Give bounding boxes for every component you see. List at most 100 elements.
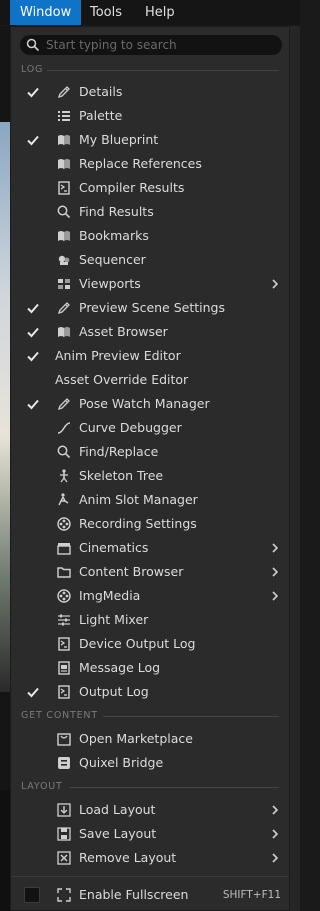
section-label: GET CONTENT bbox=[21, 710, 98, 721]
menu-item-load-layout[interactable]: Load Layout bbox=[11, 798, 289, 822]
message-log-icon bbox=[58, 661, 70, 675]
search-icon bbox=[57, 445, 71, 459]
menu-item-asset-browser[interactable]: Asset Browser bbox=[11, 320, 289, 344]
menu-item-open-marketplace[interactable]: Open Marketplace bbox=[11, 727, 289, 751]
fullscreen-checkbox[interactable] bbox=[24, 887, 40, 903]
shortcut-hint: SHIFT+F11 bbox=[222, 889, 281, 901]
section-header-layout: LAYOUT bbox=[11, 780, 289, 794]
menu-item-label: Recording Settings bbox=[79, 516, 197, 531]
remove-layout-icon bbox=[57, 851, 71, 865]
menu-item-label: Load Layout bbox=[79, 802, 156, 817]
film-reel-icon bbox=[57, 589, 71, 603]
menu-item-label: Curve Debugger bbox=[79, 420, 182, 435]
menu-item-anim-preview-editor[interactable]: Anim Preview Editor bbox=[11, 344, 289, 368]
menu-item-label: ImgMedia bbox=[79, 588, 141, 603]
menu-item-compiler-results[interactable]: Compiler Results bbox=[11, 176, 289, 200]
menu-item-curve-debugger[interactable]: Curve Debugger bbox=[11, 416, 289, 440]
menu-item-device-output-log[interactable]: Device Output Log bbox=[11, 632, 289, 656]
menu-help[interactable]: Help bbox=[135, 0, 185, 25]
menu-window[interactable]: Window bbox=[10, 0, 82, 25]
menu-item-label: Skeleton Tree bbox=[79, 468, 164, 483]
menu-item-my-blueprint[interactable]: My Blueprint bbox=[11, 128, 289, 152]
menu-item-label: Device Output Log bbox=[79, 636, 196, 651]
menu-item-label: Asset Browser bbox=[79, 324, 168, 339]
bridge-icon bbox=[58, 757, 70, 769]
menu-item-bookmarks[interactable]: Bookmarks bbox=[11, 224, 289, 248]
checkmark-icon bbox=[27, 351, 39, 362]
menu-item-message-log[interactable]: Message Log bbox=[11, 656, 289, 680]
menu-item-sequencer[interactable]: Sequencer bbox=[11, 248, 289, 272]
checkmark-icon bbox=[27, 399, 39, 410]
menu-item-cinematics[interactable]: Cinematics bbox=[11, 536, 289, 560]
section-divider bbox=[69, 787, 279, 788]
light-icon bbox=[58, 614, 70, 626]
chevron-right-icon bbox=[272, 279, 279, 289]
menu-item-viewports[interactable]: Viewports bbox=[11, 272, 289, 296]
sequencer-icon bbox=[58, 255, 70, 265]
menu-item-label: Output Log bbox=[79, 684, 149, 699]
menu-item-pose-watch-manager[interactable]: Pose Watch Manager bbox=[11, 392, 289, 416]
menu-item-palette[interactable]: Palette bbox=[11, 104, 289, 128]
section-label: LAYOUT bbox=[21, 781, 63, 792]
menu-item-content-browser[interactable]: Content Browser bbox=[11, 560, 289, 584]
section-divider bbox=[103, 716, 279, 717]
menu-item-label: Find/Replace bbox=[79, 444, 159, 459]
fullscreen-icon bbox=[57, 888, 71, 902]
pencil-icon bbox=[57, 86, 70, 99]
menu-item-preview-scene-settings[interactable]: Preview Scene Settings bbox=[11, 296, 289, 320]
checkmark-icon bbox=[27, 327, 39, 338]
book-icon bbox=[58, 159, 70, 169]
menu-separator bbox=[11, 876, 289, 877]
menu-item-remove-layout[interactable]: Remove Layout bbox=[11, 846, 289, 870]
book-icon bbox=[58, 135, 70, 145]
menu-item-label: Remove Layout bbox=[79, 850, 177, 865]
menu-item-light-mixer[interactable]: Light Mixer bbox=[11, 608, 289, 632]
menu-item-label: Pose Watch Manager bbox=[79, 396, 210, 411]
chevron-right-icon bbox=[272, 543, 279, 553]
menu-item-label: Viewports bbox=[79, 276, 141, 291]
book-icon bbox=[58, 231, 70, 241]
menu-item-save-layout[interactable]: Save Layout bbox=[11, 822, 289, 846]
menu-bar: Window Tools Help bbox=[0, 0, 300, 25]
menu-item-imgmedia[interactable]: ImgMedia bbox=[11, 584, 289, 608]
menu-item-anim-slot-manager[interactable]: Anim Slot Manager bbox=[11, 488, 289, 512]
menu-item-label: Content Browser bbox=[79, 564, 184, 579]
chevron-right-icon bbox=[272, 853, 279, 863]
menu-item-enable-fullscreen[interactable]: Enable Fullscreen SHIFT+F11 bbox=[11, 883, 289, 907]
slot-icon bbox=[58, 493, 69, 506]
menu-item-quixel-bridge[interactable]: Quixel Bridge bbox=[11, 751, 289, 775]
menu-item-find-results[interactable]: Find Results bbox=[11, 200, 289, 224]
menu-item-replace-references[interactable]: Replace References bbox=[11, 152, 289, 176]
menu-item-label: Anim Preview Editor bbox=[55, 348, 181, 363]
checkmark-icon bbox=[27, 87, 39, 98]
menu-item-asset-override-editor[interactable]: Asset Override Editor bbox=[11, 368, 289, 392]
search-input[interactable] bbox=[46, 36, 276, 54]
menu-item-skeleton-tree[interactable]: Skeleton Tree bbox=[11, 464, 289, 488]
log-icon bbox=[58, 685, 70, 699]
menu-item-label: Details bbox=[79, 84, 123, 99]
book-icon bbox=[58, 327, 70, 337]
menu-item-details[interactable]: Details bbox=[11, 80, 289, 104]
search-box[interactable] bbox=[20, 35, 282, 55]
search-icon bbox=[57, 205, 71, 219]
menu-item-label: Sequencer bbox=[79, 252, 146, 267]
menu-item-find-replace[interactable]: Find/Replace bbox=[11, 440, 289, 464]
checkmark-icon bbox=[27, 135, 39, 146]
chevron-right-icon bbox=[272, 829, 279, 839]
chevron-right-icon bbox=[272, 591, 279, 601]
menu-item-label: Enable Fullscreen bbox=[79, 887, 189, 902]
menu-item-recording-settings[interactable]: Recording Settings bbox=[11, 512, 289, 536]
menu-tools[interactable]: Tools bbox=[80, 0, 132, 25]
chevron-right-icon bbox=[272, 567, 279, 577]
curve-icon bbox=[57, 422, 71, 434]
menu-item-label: Anim Slot Manager bbox=[79, 492, 198, 507]
film-reel-icon bbox=[57, 517, 71, 531]
log-icon bbox=[58, 181, 70, 195]
right-panel-edge bbox=[290, 26, 300, 911]
checkmark-icon bbox=[27, 303, 39, 314]
search-icon bbox=[26, 38, 40, 52]
menu-item-label: Cinematics bbox=[79, 540, 149, 555]
section-divider bbox=[47, 70, 279, 71]
menu-item-output-log[interactable]: Output Log bbox=[11, 680, 289, 704]
marketplace-icon bbox=[57, 733, 71, 746]
